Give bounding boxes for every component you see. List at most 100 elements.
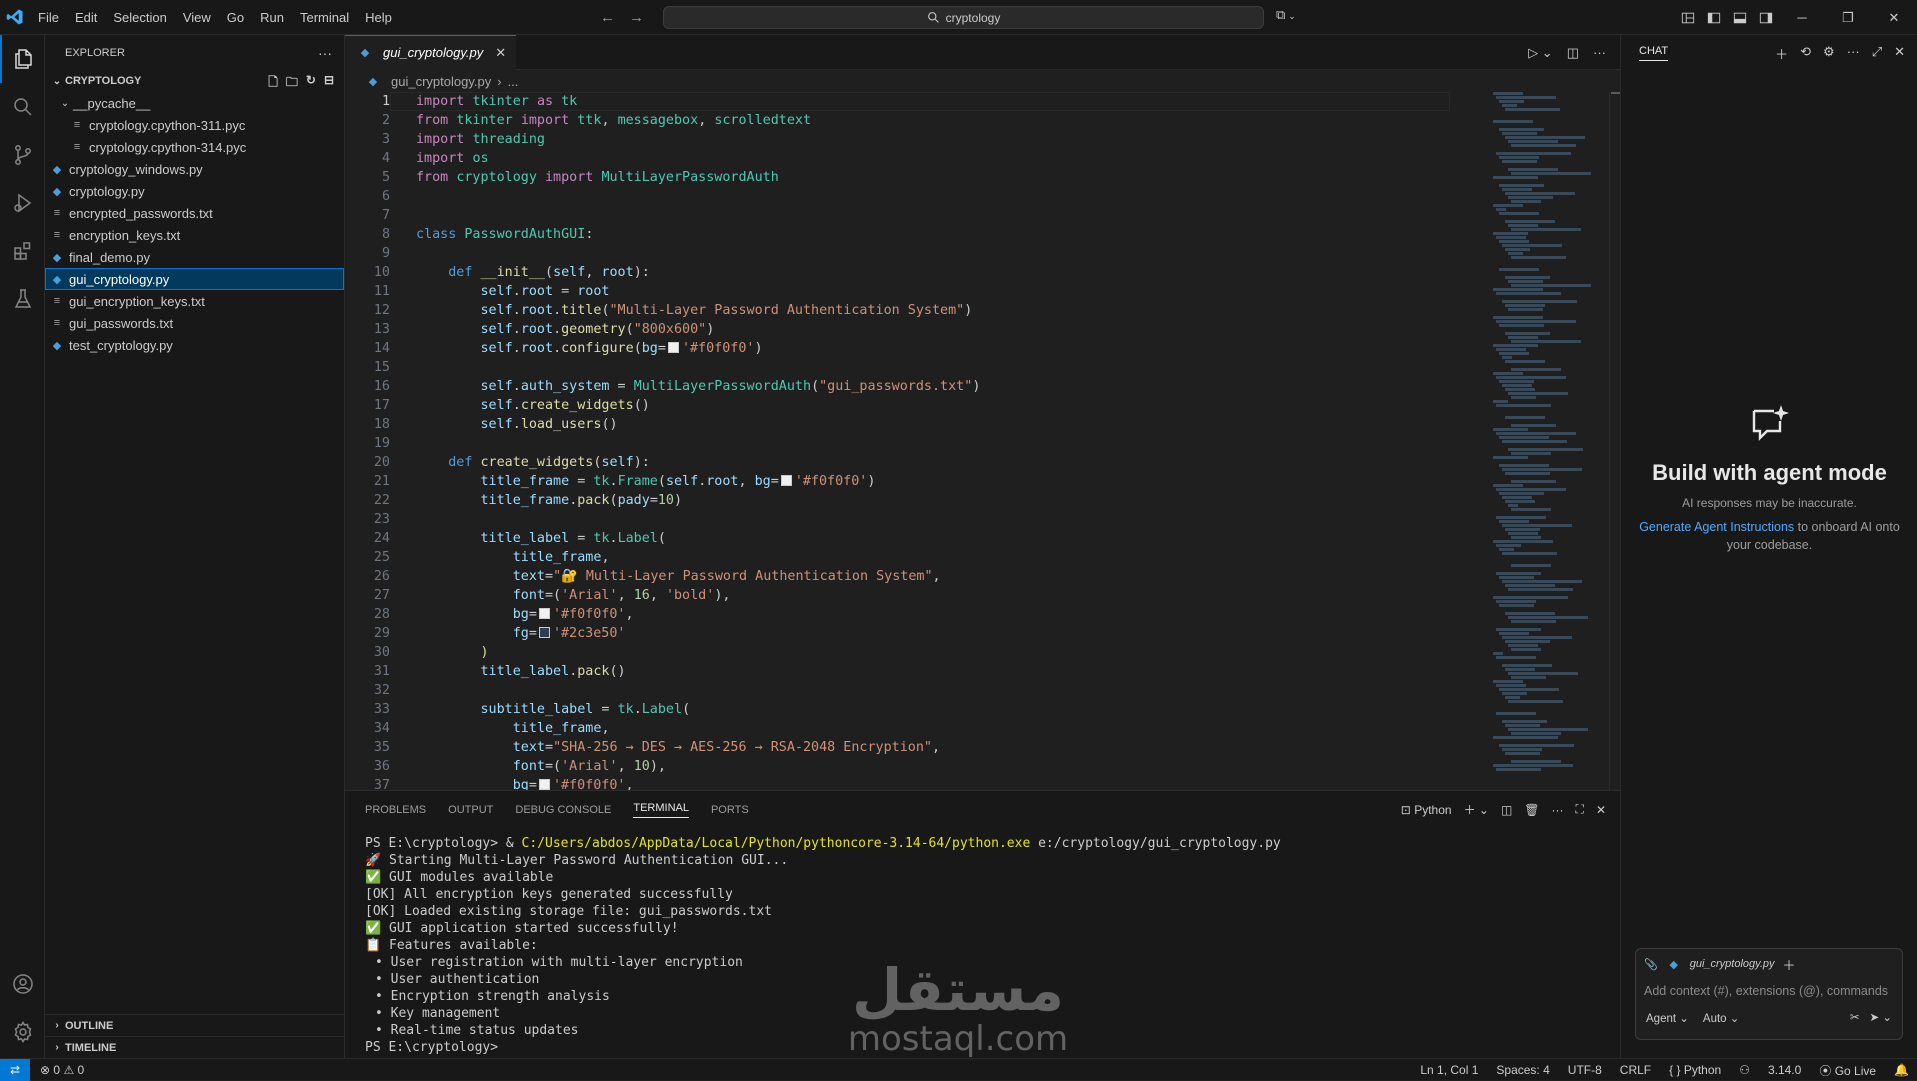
tree-item-encrypted-passwords[interactable]: ≡ encrypted_passwords.txt bbox=[45, 202, 344, 224]
toggle-panel-icon[interactable] bbox=[1727, 11, 1753, 25]
tab-debug-console[interactable]: DEBUG CONSOLE bbox=[515, 804, 611, 816]
run-debug-icon[interactable] bbox=[0, 179, 45, 227]
add-context-icon[interactable]: ＋ bbox=[1783, 955, 1796, 974]
toggle-primary-sidebar-icon[interactable] bbox=[1701, 11, 1727, 25]
toggle-secondary-sidebar-icon[interactable] bbox=[1753, 11, 1779, 25]
refresh-icon[interactable]: ↻ bbox=[306, 73, 316, 94]
chat-input[interactable]: Add context (#), extensions (@), command… bbox=[1636, 979, 1902, 1003]
indentation[interactable]: Spaces: 4 bbox=[1496, 1063, 1549, 1077]
tree-item-test-cryptology[interactable]: ◆ test_cryptology.py bbox=[45, 334, 344, 356]
tree-item-cryptology[interactable]: ◆ cryptology.py bbox=[45, 180, 344, 202]
breadcrumb-more[interactable]: ... bbox=[508, 74, 519, 89]
maximize-icon[interactable]: ⤢ bbox=[1872, 44, 1882, 63]
model-picker[interactable]: Auto ⌄ bbox=[1703, 1011, 1740, 1025]
go-live[interactable]: ⦿ Go Live bbox=[1819, 1062, 1876, 1079]
menu-selection[interactable]: Selection bbox=[105, 0, 174, 35]
python-version[interactable]: 3.14.0 bbox=[1768, 1063, 1801, 1077]
code-line: 17 self.create_widgets() bbox=[373, 398, 650, 413]
editor-tabs: ◆ gui_cryptology.py ✕ ▷ ⌄ ◫ ··· bbox=[345, 34, 1620, 70]
timeline-section-header[interactable]: › TIMELINE bbox=[45, 1036, 345, 1058]
back-arrow-icon[interactable]: ← bbox=[600, 9, 615, 26]
split-editor-icon[interactable]: ◫ bbox=[1567, 45, 1579, 61]
split-terminal-icon[interactable]: ◫ bbox=[1501, 803, 1512, 817]
chat-title[interactable]: CHAT bbox=[1639, 45, 1669, 61]
menu-view[interactable]: View bbox=[175, 0, 219, 35]
close-tab-icon[interactable]: ✕ bbox=[495, 45, 506, 61]
tab-terminal[interactable]: TERMINAL bbox=[633, 802, 689, 818]
more-actions-icon[interactable]: ··· bbox=[1593, 45, 1606, 60]
problems-status[interactable]: ⊗ 0 ⚠ 0 bbox=[40, 1063, 84, 1077]
terminal-output[interactable]: PS E:\cryptology> & C:/Users/abdos/AppDa… bbox=[345, 829, 1620, 1056]
menu-edit[interactable]: Edit bbox=[67, 0, 105, 35]
language-mode[interactable]: { } Python bbox=[1669, 1063, 1721, 1077]
extensions-icon[interactable] bbox=[0, 227, 45, 275]
close-panel-icon[interactable]: ✕ bbox=[1596, 803, 1606, 817]
more-actions-icon[interactable]: ··· bbox=[1847, 44, 1860, 63]
new-file-icon[interactable]: 🗋 bbox=[268, 73, 278, 94]
menu-help[interactable]: Help bbox=[357, 0, 400, 35]
new-chat-icon[interactable]: ＋ bbox=[1775, 44, 1788, 63]
accounts-icon[interactable] bbox=[0, 960, 45, 1008]
mode-picker[interactable]: Agent ⌄ bbox=[1646, 1011, 1689, 1025]
forward-arrow-icon[interactable]: → bbox=[629, 9, 644, 26]
tree-item-pyc-311[interactable]: ≡ cryptology.cpython-311.pyc bbox=[45, 114, 344, 136]
maximize-panel-icon[interactable]: ⛶ bbox=[1576, 802, 1584, 817]
testing-icon[interactable] bbox=[0, 275, 45, 323]
cursor-position[interactable]: Ln 1, Col 1 bbox=[1420, 1063, 1478, 1077]
menu-terminal[interactable]: Terminal bbox=[292, 0, 357, 35]
tree-item-pyc-314[interactable]: ≡ cryptology.cpython-314.pyc bbox=[45, 136, 344, 158]
run-python-file-icon[interactable]: ▷ ⌄ bbox=[1528, 45, 1553, 61]
notifications-bell-icon[interactable]: 🔔 bbox=[1894, 1063, 1909, 1077]
breadcrumb-file[interactable]: gui_cryptology.py bbox=[391, 74, 491, 89]
folder-section-header[interactable]: ⌄ CRYPTOLOGY 🗋 🗀 ↻ ⊟ bbox=[45, 70, 344, 92]
menu-file[interactable]: File bbox=[30, 0, 67, 35]
search-activity-icon[interactable] bbox=[0, 83, 45, 131]
code-editor[interactable]: 1 import tkinter as tk 2 from tkinter impo… bbox=[345, 92, 1485, 790]
new-terminal-icon[interactable]: ＋ ⌄ bbox=[1464, 801, 1489, 818]
tree-item-gui-encryption-keys[interactable]: ≡ gui_encryption_keys.txt bbox=[45, 290, 344, 312]
tree-item-pycache[interactable]: ⌄ __pycache__ bbox=[45, 92, 344, 114]
context-file-chip[interactable]: ◆ gui_cryptology.py bbox=[1666, 958, 1774, 971]
history-icon[interactable]: ⟲ bbox=[1800, 44, 1811, 63]
more-actions-icon[interactable]: ··· bbox=[318, 45, 332, 61]
minimize-button[interactable]: ─ bbox=[1779, 0, 1825, 35]
tree-item-cryptology-windows[interactable]: ◆ cryptology_windows.py bbox=[45, 158, 344, 180]
tab-ports[interactable]: PORTS bbox=[711, 804, 749, 816]
new-folder-icon[interactable]: 🗀 bbox=[286, 73, 298, 94]
encoding[interactable]: UTF-8 bbox=[1568, 1063, 1602, 1077]
tab-gui-cryptology[interactable]: ◆ gui_cryptology.py ✕ bbox=[345, 34, 517, 70]
tree-item-encryption-keys[interactable]: ≡ encryption_keys.txt bbox=[45, 224, 344, 246]
kill-terminal-icon[interactable]: 🗑 bbox=[1524, 803, 1539, 817]
tree-item-final-demo[interactable]: ◆ final_demo.py bbox=[45, 246, 344, 268]
tab-problems[interactable]: PROBLEMS bbox=[365, 804, 426, 816]
tools-icon[interactable]: ✂ bbox=[1850, 1010, 1860, 1024]
terminal-shell-selector[interactable]: ⊡ Python bbox=[1401, 803, 1452, 817]
restore-button[interactable]: ❐ bbox=[1825, 0, 1871, 35]
python-file-icon: ◆ bbox=[368, 75, 378, 88]
send-icon[interactable]: ➤ ⌄ bbox=[1870, 1010, 1892, 1024]
tree-item-gui-passwords[interactable]: ≡ gui_passwords.txt bbox=[45, 312, 344, 334]
command-center-search[interactable]: cryptology bbox=[663, 6, 1264, 29]
copilot-menu-button[interactable]: ⧉ ⌄ bbox=[1276, 7, 1296, 23]
menu-run[interactable]: Run bbox=[252, 0, 292, 35]
more-actions-icon[interactable]: ··· bbox=[1552, 803, 1564, 817]
copilot-status-icon[interactable]: ⚇ bbox=[1739, 1063, 1750, 1077]
attach-icon[interactable]: 📎 bbox=[1644, 958, 1658, 971]
tab-output[interactable]: OUTPUT bbox=[448, 804, 493, 816]
tree-item-gui-cryptology[interactable]: ◆ gui_cryptology.py bbox=[45, 268, 344, 290]
collapse-all-icon[interactable]: ⊟ bbox=[324, 73, 334, 94]
source-control-icon[interactable] bbox=[0, 131, 45, 179]
settings-gear-icon[interactable]: ⚙ bbox=[1823, 44, 1835, 63]
remote-indicator-icon[interactable]: ⇄ bbox=[0, 1058, 30, 1081]
menu-go[interactable]: Go bbox=[219, 0, 252, 35]
explorer-icon[interactable] bbox=[0, 35, 45, 83]
generate-instructions-link[interactable]: Generate Agent Instructions bbox=[1639, 520, 1794, 534]
line-ending[interactable]: CRLF bbox=[1620, 1063, 1651, 1077]
close-chat-icon[interactable]: ✕ bbox=[1894, 44, 1905, 63]
outline-section-header[interactable]: › OUTLINE bbox=[45, 1014, 345, 1036]
close-window-button[interactable]: ✕ bbox=[1871, 0, 1917, 35]
editor-scrollbar[interactable] bbox=[1609, 92, 1620, 790]
settings-gear-icon[interactable] bbox=[0, 1008, 45, 1056]
minimap[interactable] bbox=[1493, 92, 1608, 790]
customize-layout-icon[interactable] bbox=[1675, 11, 1701, 25]
